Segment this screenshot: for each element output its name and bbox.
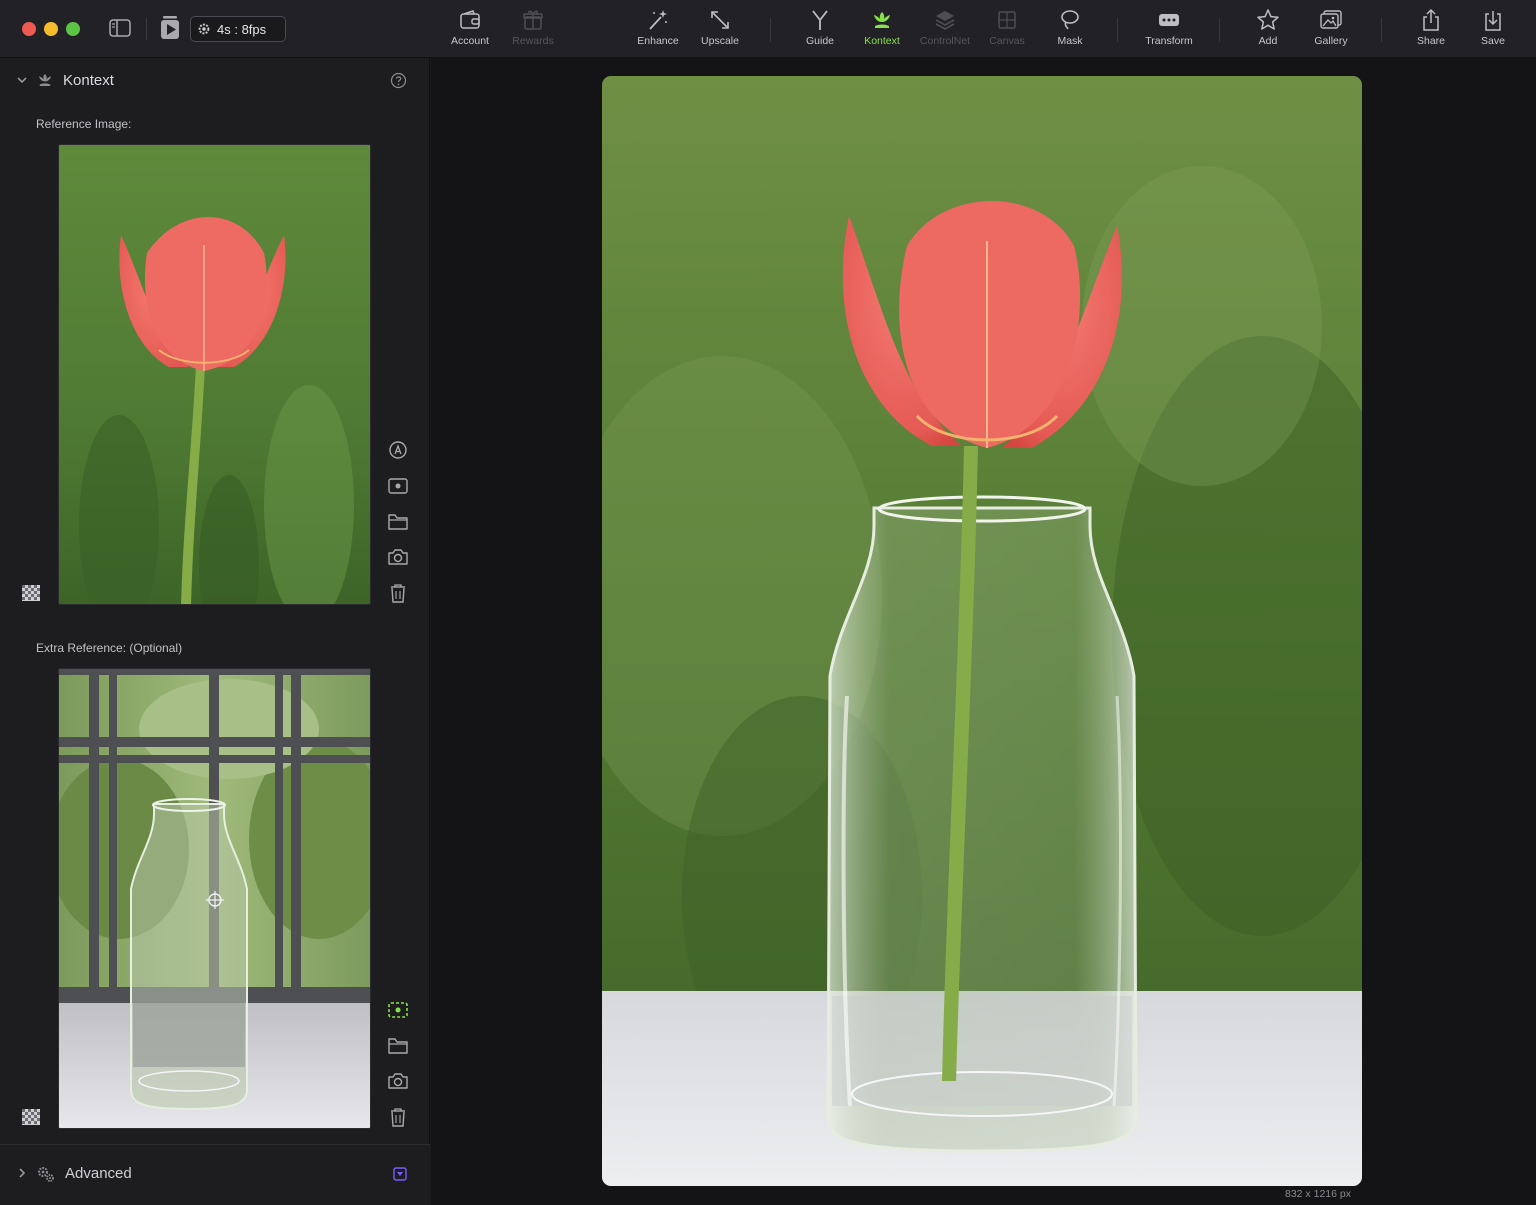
fps-selector[interactable]: 4s : 8fps	[190, 16, 286, 42]
guide-label: Guide	[805, 35, 835, 47]
wallet-icon	[460, 10, 480, 29]
extra-reference-image[interactable]	[58, 668, 371, 1129]
expand-arrows-icon	[711, 11, 729, 29]
upscale-label: Upscale	[701, 35, 739, 47]
upscale-button[interactable]: Upscale	[685, 8, 755, 52]
rewards-label: Rewards	[512, 35, 554, 47]
toolbar-divider	[146, 18, 147, 40]
toolbar-divider	[770, 18, 771, 42]
star-icon	[1257, 9, 1279, 30]
kontext-label: Kontext	[864, 35, 900, 47]
enhance-button[interactable]: Enhance	[623, 8, 693, 52]
mask-label: Mask	[1057, 35, 1083, 47]
chevron-down-icon[interactable]	[16, 74, 28, 86]
mask-button[interactable]: Mask	[1035, 8, 1105, 52]
toolbar: 4s : 8fps Account Rewards Enhance Upscal…	[0, 0, 1536, 58]
gallery-button[interactable]: Gallery	[1296, 8, 1366, 52]
lasso-icon	[1061, 10, 1079, 30]
camera-icon[interactable]	[387, 547, 409, 567]
photos-icon	[1320, 10, 1342, 29]
help-icon[interactable]	[390, 72, 407, 89]
rewards-button[interactable]: Rewards	[498, 8, 568, 52]
folder-icon[interactable]	[387, 1036, 409, 1056]
toolbar-divider	[1219, 18, 1220, 42]
toolbar-divider	[1117, 18, 1118, 42]
account-button[interactable]: Account	[435, 8, 505, 52]
gears-icon	[38, 1167, 54, 1182]
controlnet-label: ControlNet	[919, 35, 971, 47]
canvas-area[interactable]: 832 x 1216 px	[431, 58, 1536, 1205]
branch-icon	[812, 10, 828, 30]
reference-image-label: Reference Image:	[36, 117, 132, 131]
tulip-in-vase-picture	[602, 76, 1362, 1186]
auto-icon[interactable]	[387, 440, 409, 460]
tulip-reference-picture	[59, 145, 370, 604]
vase-reference-picture	[59, 669, 370, 1128]
trash-icon[interactable]	[387, 583, 409, 603]
kontext-button[interactable]: Kontext	[847, 8, 917, 52]
canvas-button[interactable]: Canvas	[972, 8, 1042, 52]
lotus-icon	[874, 12, 890, 28]
capture-canvas-icon[interactable]	[387, 1000, 409, 1020]
download-icon	[1485, 11, 1501, 31]
save-button[interactable]: Save	[1458, 8, 1528, 52]
canvas-label: Canvas	[989, 35, 1025, 47]
play-icon[interactable]	[159, 15, 181, 41]
close-window-button[interactable]	[22, 22, 36, 36]
image-dimensions: 832 x 1216 px	[1285, 1188, 1351, 1200]
account-label: Account	[451, 35, 489, 47]
extra-reference-label: Extra Reference: (Optional)	[36, 641, 183, 655]
grid-icon	[998, 11, 1016, 29]
minimize-window-button[interactable]	[44, 22, 58, 36]
ellipsis-box-icon	[1159, 14, 1179, 26]
toolbar-divider	[1381, 18, 1382, 42]
transform-button[interactable]: Transform	[1134, 8, 1204, 52]
sidebar-toggle-icon[interactable]	[109, 19, 131, 37]
share-button[interactable]: Share	[1396, 8, 1466, 52]
guide-button[interactable]: Guide	[785, 8, 855, 52]
lotus-icon	[39, 74, 51, 86]
add-button[interactable]: Add	[1233, 8, 1303, 52]
generated-image[interactable]	[602, 76, 1362, 1186]
folder-icon[interactable]	[387, 512, 409, 532]
chevron-right-icon[interactable]	[16, 1167, 28, 1179]
kontext-section-header[interactable]: Kontext	[0, 68, 430, 94]
save-label: Save	[1481, 35, 1505, 47]
advanced-section-header[interactable]: Advanced	[0, 1144, 430, 1205]
gift-icon	[523, 10, 543, 30]
gallery-label: Gallery	[1314, 35, 1348, 47]
magic-wand-icon	[649, 10, 667, 30]
camera-icon[interactable]	[387, 1071, 409, 1091]
gear-icon	[198, 23, 210, 35]
controlnet-button[interactable]: ControlNet	[910, 8, 980, 52]
advanced-title: Advanced	[65, 1165, 132, 1182]
add-label: Add	[1258, 35, 1278, 47]
zoom-window-button[interactable]	[66, 22, 80, 36]
reference-image[interactable]	[58, 144, 371, 605]
fps-label: 4s : 8fps	[217, 21, 267, 37]
layers-icon	[935, 11, 955, 30]
trash-icon[interactable]	[387, 1107, 409, 1127]
transparency-checker-icon[interactable]	[22, 585, 40, 601]
kontext-panel: Kontext Reference Image: Extra Reference…	[0, 58, 430, 1205]
share-icon	[1423, 8, 1439, 31]
transparency-checker-icon[interactable]	[22, 1109, 40, 1125]
share-label: Share	[1416, 35, 1446, 47]
enhance-label: Enhance	[637, 35, 679, 47]
capture-canvas-icon[interactable]	[387, 476, 409, 496]
dropdown-badge-icon[interactable]	[393, 1167, 407, 1181]
transform-label: Transform	[1145, 35, 1193, 47]
section-title: Kontext	[63, 72, 114, 89]
